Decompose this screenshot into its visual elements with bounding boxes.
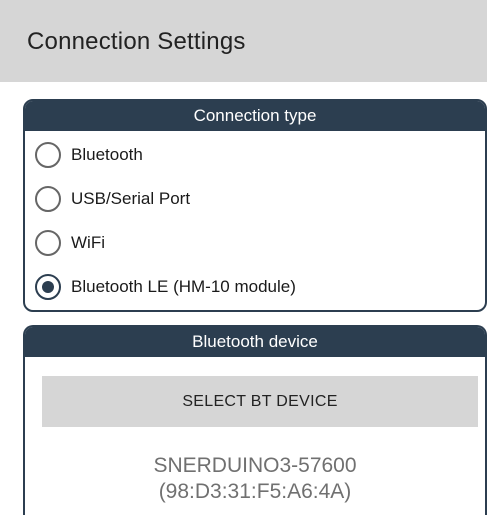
- radio-option-bluetooth-le[interactable]: Bluetooth LE (HM-10 module): [35, 272, 296, 302]
- device-address: (98:D3:31:F5:A6:4A): [158, 480, 352, 503]
- radio-option-wifi[interactable]: WiFi: [35, 228, 105, 258]
- selected-device-info: SNERDUINO3-57600 (98:D3:31:F5:A6:4A): [25, 453, 485, 505]
- page-title: Connection Settings: [27, 28, 246, 55]
- device-name: SNERDUINO3-57600: [153, 454, 357, 477]
- radio-button-bluetooth-le[interactable]: [35, 274, 61, 300]
- radio-button-usb-serial[interactable]: [35, 186, 61, 212]
- connection-type-card: Connection type Bluetooth USB/Serial Por…: [23, 99, 487, 312]
- radio-option-usb-serial[interactable]: USB/Serial Port: [35, 184, 190, 214]
- radio-label-bluetooth-le: Bluetooth LE (HM-10 module): [71, 277, 296, 296]
- connection-type-header: Connection type: [25, 101, 485, 131]
- radio-label-wifi: WiFi: [71, 233, 105, 252]
- radio-button-bluetooth[interactable]: [35, 142, 61, 168]
- radio-option-bluetooth[interactable]: Bluetooth: [35, 140, 143, 170]
- radio-button-wifi[interactable]: [35, 230, 61, 256]
- bluetooth-device-card: Bluetooth device SELECT BT DEVICE SNERDU…: [23, 325, 487, 515]
- app-toolbar: Connection Settings: [0, 0, 487, 82]
- select-bt-device-button[interactable]: SELECT BT DEVICE: [42, 376, 478, 427]
- bluetooth-device-header: Bluetooth device: [25, 327, 485, 357]
- radio-label-usb-serial: USB/Serial Port: [71, 189, 191, 208]
- radio-label-bluetooth: Bluetooth: [71, 145, 143, 164]
